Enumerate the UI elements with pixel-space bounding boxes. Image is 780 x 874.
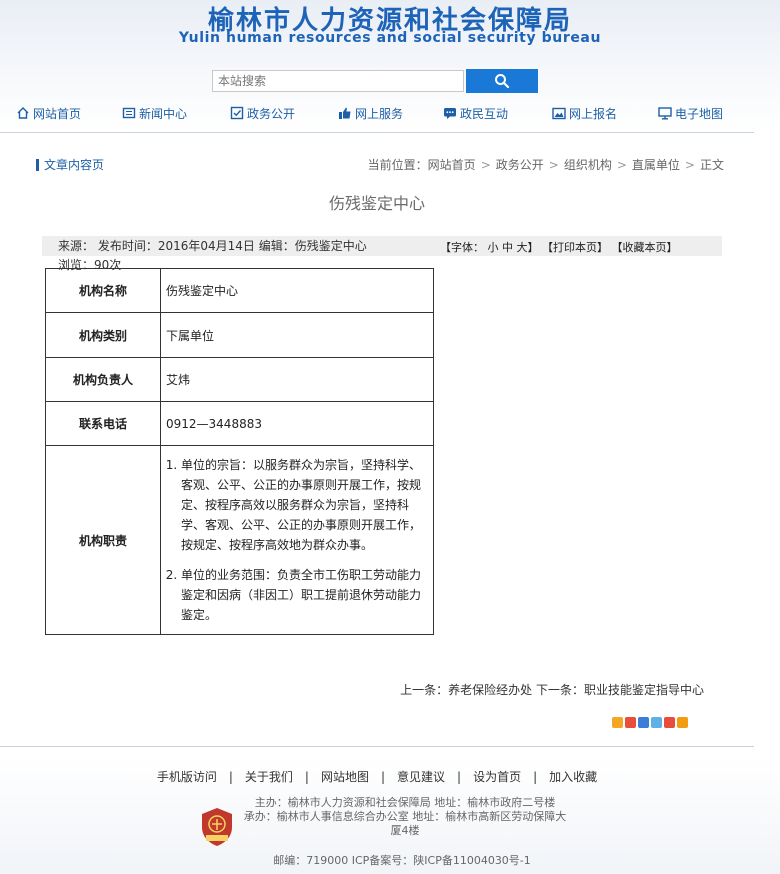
table-row: 机构类别 下属单位 <box>45 312 434 358</box>
nav-item-home[interactable]: 网站首页 <box>16 103 81 123</box>
font-small-link[interactable]: 小 <box>488 241 499 254</box>
nav-item-e-map[interactable]: 电子地图 <box>658 103 723 123</box>
breadcrumb-item-home[interactable]: 网站首页 <box>428 158 476 172</box>
font-size-label: 【字体： <box>440 241 484 254</box>
font-size-end: 】 <box>527 241 539 254</box>
nav-item-news[interactable]: 新闻中心 <box>122 103 187 123</box>
breadcrumb-item-current: 正文 <box>699 158 724 172</box>
next-label: 下一条： <box>535 683 584 697</box>
main-nav: 网站首页 新闻中心 政务公开 网上服务 政民互动 网上报名 电子地图 <box>0 98 754 133</box>
table-row: 联系电话 0912—3448883 <box>45 401 434 446</box>
row-key: 联系电话 <box>45 401 161 446</box>
image-icon <box>552 106 566 120</box>
print-link[interactable]: 【打印本页】 <box>542 241 608 254</box>
nav-item-label: 新闻中心 <box>139 106 188 121</box>
share-renren-icon[interactable] <box>638 717 649 728</box>
share-tencent-icon[interactable] <box>651 717 662 728</box>
footer-link-favorite[interactable]: 加入收藏 <box>549 770 597 784</box>
footer-icp: 邮编：719000 ICP备案号：陕ICP备11004030号-1 <box>273 854 531 867</box>
prev-label: 上一条： <box>400 683 449 697</box>
share-buttons <box>612 717 688 728</box>
share-weibo-icon[interactable] <box>625 717 636 728</box>
row-key: 机构名称 <box>45 268 161 313</box>
nav-item-online-registration[interactable]: 网上报名 <box>552 103 617 123</box>
search-icon <box>495 74 510 89</box>
nav-item-label: 政务公开 <box>247 106 296 121</box>
breadcrumb-item-organization[interactable]: 组织机构 <box>564 158 612 172</box>
footer-info: 主办：榆林市人力资源和社会保障局 地址：榆林市政府二号楼 承办：榆林市人事信息综… <box>240 796 570 838</box>
row-value: 艾炜 <box>160 357 434 402</box>
footer-sponsor: 主办：榆林市人力资源和社会保障局 地址：榆林市政府二号楼 <box>254 796 556 809</box>
favorite-link[interactable]: 【收藏本页】 <box>612 241 678 254</box>
table-row: 机构职责 单位的宗旨：以服务群众为宗旨，坚持科学、客观、公平、公正的办事原则开展… <box>45 445 434 635</box>
list-item: 单位的业务范围：负责全市工伤职工劳动能力鉴定和因病（非因工）职工提前退休劳动能力… <box>181 565 424 625</box>
prev-next-nav: 上一条：养老保险经办处 下一条：职业技能鉴定指导中心 <box>400 681 704 698</box>
home-icon <box>16 106 30 120</box>
row-value: 下属单位 <box>160 312 434 358</box>
nav-item-interaction[interactable]: 政民互动 <box>443 103 508 123</box>
row-key: 机构负责人 <box>45 357 161 402</box>
article-tools: 【字体： 小 中 大】 【打印本页】 【收藏本页】 <box>440 239 678 255</box>
footer-organizer: 承办：榆林市人事信息综合办公室 地址：榆林市高新区劳动保障大厦4楼 <box>243 810 567 837</box>
footer-link-sitemap[interactable]: 网站地图 <box>321 770 369 784</box>
footer-link-feedback[interactable]: 意见建议 <box>397 770 445 784</box>
list-item: 单位的宗旨：以服务群众为宗旨，坚持科学、客观、公平、公正的办事原则开展工作，按规… <box>181 455 424 555</box>
footer-links: 手机版访问 | 关于我们 | 网站地图 | 意见建议 | 设为首页 | 加入收藏 <box>156 770 598 784</box>
breadcrumb-prefix: 当前位置： <box>367 158 428 172</box>
gov-seal-icon[interactable] <box>200 807 234 847</box>
duties-list: 单位的宗旨：以服务群众为宗旨，坚持科学、客观、公平、公正的办事原则开展工作，按规… <box>161 447 432 633</box>
row-value: 0912—3448883 <box>160 401 434 446</box>
nav-item-label: 电子地图 <box>675 106 724 121</box>
row-key: 机构职责 <box>45 445 161 635</box>
article-title: 伤残鉴定中心 <box>328 194 425 213</box>
next-article-link[interactable]: 职业技能鉴定指导中心 <box>584 683 704 697</box>
breadcrumb-item-gov-affairs[interactable]: 政务公开 <box>496 158 544 172</box>
share-qzone-icon[interactable] <box>612 717 623 728</box>
footer-link-set-home[interactable]: 设为首页 <box>473 770 521 784</box>
site-subtitle: Yulin human resources and social securit… <box>178 30 602 46</box>
row-value: 伤残鉴定中心 <box>160 268 434 313</box>
section-bar <box>36 158 39 171</box>
prev-article-link[interactable]: 养老保险经办处 <box>448 683 532 697</box>
share-douban-icon[interactable] <box>664 717 675 728</box>
section-title: 文章内容页 <box>36 156 104 173</box>
chat-icon <box>443 106 457 120</box>
thumbs-up-icon <box>338 106 352 120</box>
nav-item-label: 网站首页 <box>33 106 82 121</box>
section-title-text: 文章内容页 <box>44 158 105 172</box>
footer-link-mobile[interactable]: 手机版访问 <box>157 770 217 784</box>
nav-item-label: 网上服务 <box>355 106 404 121</box>
row-key: 机构类别 <box>45 312 161 358</box>
table-row: 机构负责人 艾炜 <box>45 357 434 402</box>
search-input[interactable] <box>212 70 464 92</box>
news-icon <box>122 106 136 120</box>
font-medium-link[interactable]: 中 <box>502 241 513 254</box>
duties-cell: 单位的宗旨：以服务群众为宗旨，坚持科学、客观、公平、公正的办事原则开展工作，按规… <box>160 445 434 635</box>
breadcrumb-item-subordinate[interactable]: 直属单位 <box>632 158 680 172</box>
table-row: 机构名称 伤残鉴定中心 <box>45 268 434 313</box>
nav-item-label: 网上报名 <box>569 106 618 121</box>
footer-link-about[interactable]: 关于我们 <box>245 770 293 784</box>
breadcrumb: 当前位置：网站首页 > 政务公开 > 组织机构 > 直属单位 > 正文 <box>367 158 724 172</box>
checkbox-icon <box>230 106 244 120</box>
nav-item-label: 政民互动 <box>460 106 509 121</box>
info-table: 机构名称 伤残鉴定中心 机构类别 下属单位 机构负责人 艾炜 联系电话 0912… <box>45 268 434 635</box>
share-more-icon[interactable] <box>677 717 688 728</box>
font-large-link[interactable]: 大 <box>517 241 528 254</box>
nav-item-gov-affairs[interactable]: 政务公开 <box>230 103 295 123</box>
search-button[interactable] <box>466 69 538 93</box>
nav-item-online-services[interactable]: 网上服务 <box>338 103 403 123</box>
monitor-icon <box>658 106 672 120</box>
